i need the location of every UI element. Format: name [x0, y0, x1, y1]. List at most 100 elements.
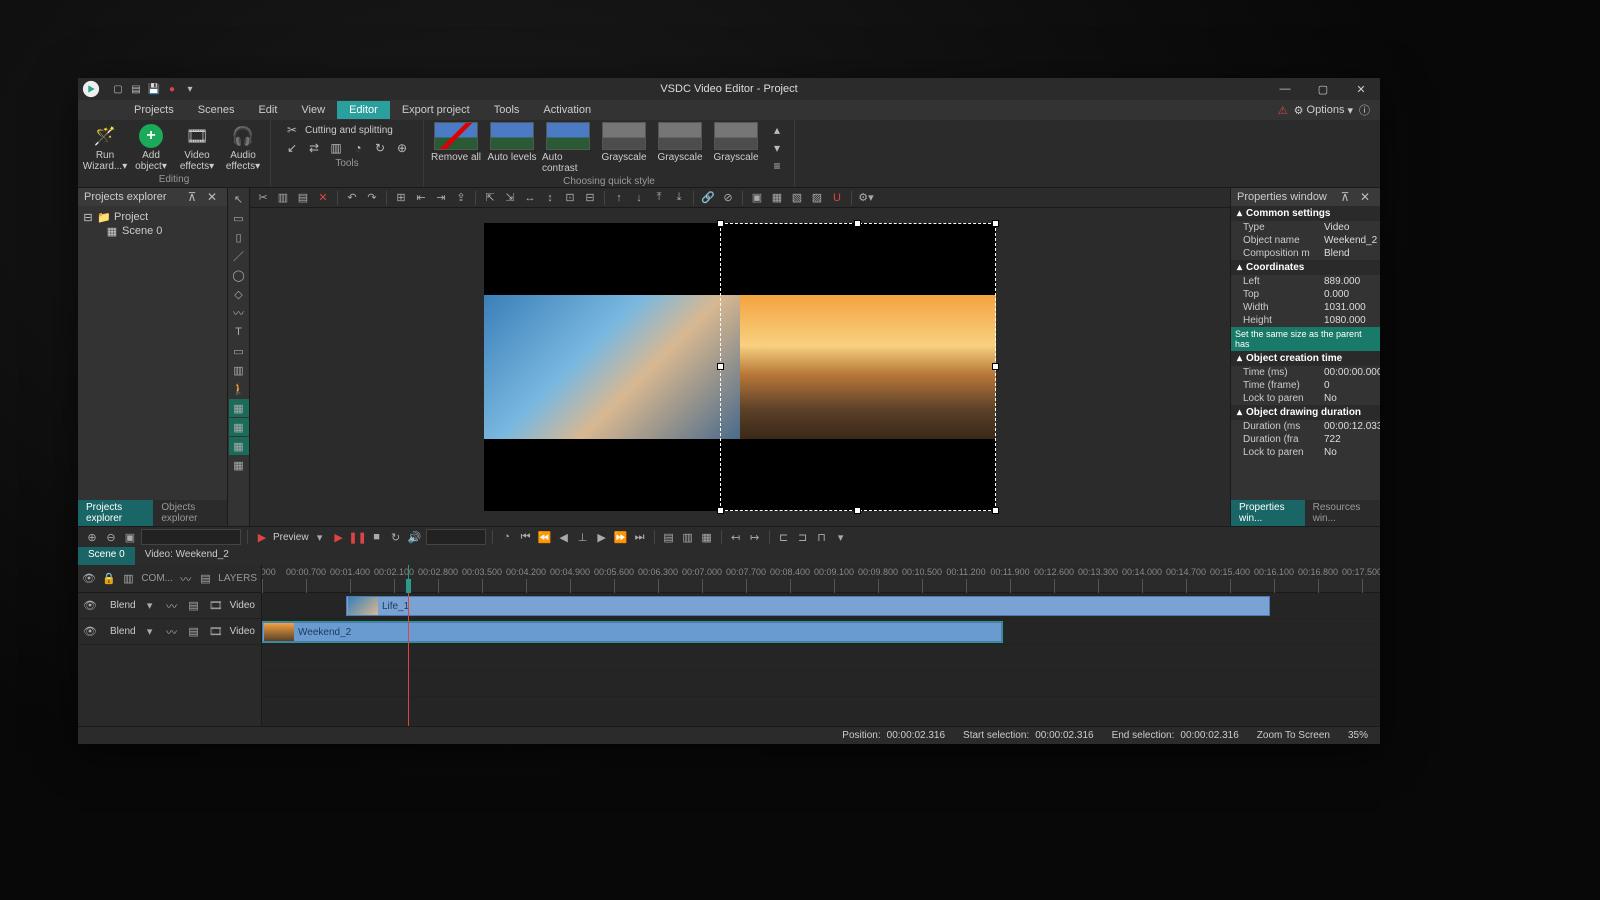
tl-stop-icon[interactable]: ■ [369, 529, 385, 545]
tl-next-icon[interactable]: ▶ [594, 529, 610, 545]
list-icon[interactable]: ▤ [186, 624, 202, 640]
group-creation[interactable]: ▴Object creation time [1231, 351, 1380, 366]
menu-scenes[interactable]: Scenes [186, 101, 247, 119]
qat-record-icon[interactable]: ● [164, 81, 180, 97]
close-button[interactable]: ✕ [1342, 78, 1380, 100]
list-icon[interactable]: ▤ [186, 598, 202, 614]
wave-icon[interactable]: 〰 [164, 624, 180, 640]
handle-tm[interactable] [854, 220, 861, 227]
style-more-icon[interactable]: ≡ [768, 158, 786, 174]
tab-resources[interactable]: Resources win... [1305, 500, 1380, 526]
tl-n1-icon[interactable]: ↤ [728, 529, 744, 545]
help-icon[interactable]: ⓘ [1359, 102, 1370, 118]
prop-lock2[interactable]: Lock to parenNo [1231, 446, 1380, 459]
vtool-split[interactable]: ▯ [229, 228, 249, 246]
tl-play-icon[interactable]: ▶ [254, 529, 270, 545]
qat-new-icon[interactable]: ▢ [110, 81, 126, 97]
style-grayscale-2[interactable]: Grayscale [654, 122, 706, 174]
pin-icon[interactable]: ⊼ [1336, 189, 1354, 205]
opt-al10-icon[interactable]: ⊟ [581, 190, 599, 206]
close-panel-icon[interactable]: ✕ [203, 189, 221, 205]
tl-last-icon[interactable]: ⏭ [632, 529, 648, 545]
eye-col-icon[interactable]: 👁 [82, 571, 96, 587]
opt-m1-icon[interactable]: ▣ [748, 190, 766, 206]
opt-unlink-icon[interactable]: ⊘ [719, 190, 737, 206]
preview-canvas[interactable] [484, 223, 996, 511]
clip-weekend-2[interactable]: Weekend_2 [262, 622, 1002, 642]
opt-align4-icon[interactable]: ⇪ [452, 190, 470, 206]
video-effects-button[interactable]: 🎞 Video effects▾ [176, 122, 218, 172]
vtool-chart[interactable]: ▥ [229, 361, 249, 379]
prop-height[interactable]: Height1080.000 [1231, 314, 1380, 327]
warn-icon[interactable]: ⚠ [1278, 104, 1288, 117]
opt-front-icon[interactable]: ⤒ [650, 190, 668, 206]
tree-project[interactable]: ⊟📁Project [82, 210, 223, 224]
chevron-down-icon[interactable]: ▾ [142, 598, 158, 614]
tl-play2-icon[interactable]: ▶ [331, 529, 347, 545]
opt-copy-icon[interactable]: ▥ [274, 190, 292, 206]
tl-clock-icon[interactable]: ◔ [499, 529, 515, 545]
handle-tl[interactable] [717, 220, 724, 227]
vtool-tooltip[interactable]: ▭ [229, 342, 249, 360]
tl-s3-icon[interactable]: ⊓ [814, 529, 830, 545]
qat-open-icon[interactable]: ▤ [128, 81, 144, 97]
qat-more-icon[interactable]: ▾ [182, 81, 198, 97]
prop-object-name[interactable]: Object nameWeekend_2 [1231, 234, 1380, 247]
prop-top[interactable]: Top0.000 [1231, 288, 1380, 301]
prop-durms[interactable]: Duration (ms00:00:12.033 [1231, 420, 1380, 433]
group-coordinates[interactable]: ▴Coordinates [1231, 260, 1380, 275]
prop-left[interactable]: Left889.000 [1231, 275, 1380, 288]
opt-m3-icon[interactable]: ▧ [788, 190, 806, 206]
menu-tools[interactable]: Tools [482, 101, 532, 119]
handle-ml[interactable] [717, 363, 724, 370]
handle-bm[interactable] [854, 507, 861, 514]
opt-up-icon[interactable]: ↑ [610, 190, 628, 206]
opt-m4-icon[interactable]: ▨ [808, 190, 826, 206]
prop-composition[interactable]: Composition mBlend [1231, 247, 1380, 260]
prop-width[interactable]: Width1031.000 [1231, 301, 1380, 314]
menu-export[interactable]: Export project [390, 101, 482, 119]
qat-save-icon[interactable]: 💾 [146, 81, 162, 97]
tl-preview-dd-icon[interactable]: ▾ [312, 529, 328, 545]
clip-life-1[interactable]: Life_1 [346, 596, 1270, 616]
tl-ff-icon[interactable]: ⏩ [613, 529, 629, 545]
opt-al6-icon[interactable]: ⇲ [501, 190, 519, 206]
tab-projects-explorer[interactable]: Projects explorer [78, 500, 153, 526]
track-empty-1[interactable] [262, 645, 1380, 671]
track-head-2[interactable]: 👁 Blend ▾ 〰 ▤ 🎞 Video [78, 619, 261, 645]
handle-bl[interactable] [717, 507, 724, 514]
vtool-g3[interactable]: ▦ [229, 437, 249, 455]
vtool-rect[interactable]: ▭ [229, 209, 249, 227]
tl-s4-icon[interactable]: ▾ [833, 529, 849, 545]
prop-timefr[interactable]: Time (frame)0 [1231, 379, 1380, 392]
eye-icon[interactable]: 👁 [82, 624, 98, 640]
tool5-icon[interactable]: ↻ [371, 140, 389, 156]
tl-rew-icon[interactable]: ⏪ [537, 529, 553, 545]
selection-box[interactable] [720, 223, 996, 511]
vtool-man[interactable]: 🚶 [229, 380, 249, 398]
opt-delete-icon[interactable]: ✕ [314, 190, 332, 206]
tl-scene-tab[interactable]: Scene 0 [78, 547, 135, 565]
menu-editor[interactable]: Editor [337, 101, 390, 119]
same-size-button[interactable]: Set the same size as the parent has [1231, 327, 1380, 351]
options-button[interactable]: ⚙Options ▾ [1294, 104, 1353, 117]
opt-al7-icon[interactable]: ↔ [521, 190, 539, 206]
opt-down-icon[interactable]: ↓ [630, 190, 648, 206]
film-icon[interactable]: 🎞 [208, 624, 224, 640]
style-grayscale-1[interactable]: Grayscale [598, 122, 650, 174]
tool3-icon[interactable]: ▥ [327, 140, 345, 156]
style-auto-levels[interactable]: Auto levels [486, 122, 538, 174]
run-wizard-button[interactable]: 🪄 Run Wizard...▾ [84, 122, 126, 172]
style-down-icon[interactable]: ▾ [768, 140, 786, 156]
vtool-text[interactable]: T [229, 323, 249, 341]
opt-al8-icon[interactable]: ↕ [541, 190, 559, 206]
vtool-ellipse[interactable]: ◯ [229, 266, 249, 284]
menu-edit[interactable]: Edit [246, 101, 289, 119]
opt-undo-icon[interactable]: ↶ [343, 190, 361, 206]
opt-m5-icon[interactable]: U [828, 190, 846, 206]
tl-zoomout-icon[interactable]: ⊖ [103, 529, 119, 545]
film-icon[interactable]: 🎞 [208, 598, 224, 614]
vtool-shape[interactable]: ◇ [229, 285, 249, 303]
layers-col-icon[interactable]: ▥ [122, 571, 136, 587]
maximize-button[interactable]: ▢ [1304, 78, 1342, 100]
